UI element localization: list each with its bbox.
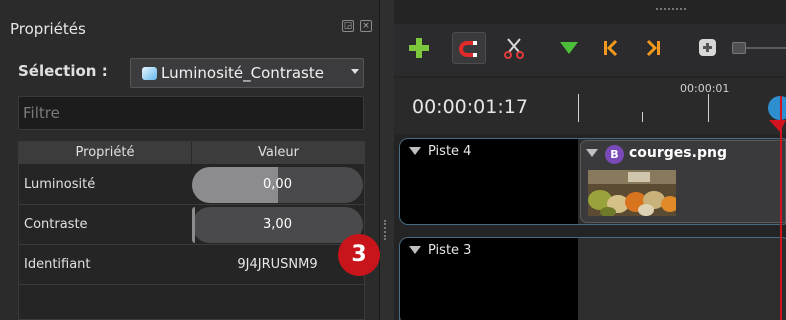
ruler-time-label: 00:00:01 [680,82,730,95]
property-value: 3,00 [263,217,292,232]
time-ruler[interactable]: 00:00:01:17 00:00:01 [394,78,786,134]
properties-panel: Propriétés ◲ × Sélection : Luminosité_Co… [0,0,380,320]
column-header-value[interactable]: Valeur [192,142,366,164]
add-marker-button[interactable] [557,36,581,60]
step-number-badge: 3 [338,234,380,276]
zoom-slider-handle[interactable] [732,42,746,54]
properties-table: Propriété Valeur Luminosité 0,00 Contras… [18,141,366,320]
clip-thumbnail [588,170,676,216]
zoom-icon [699,39,716,56]
splitter-grip-icon [384,220,390,240]
chevron-down-icon[interactable] [409,246,421,254]
chevron-down-icon [351,69,359,74]
selection-label: Sélection : [18,62,108,80]
next-marker-button[interactable] [641,36,665,60]
add-track-button[interactable] [407,36,431,60]
track-header[interactable]: Piste 3 [400,238,578,320]
value-slider[interactable]: 3,00 [192,207,363,243]
track-header[interactable]: Piste 4 [400,139,578,224]
table-row[interactable]: Identifiant 9J4JRUSNM9 [19,245,366,285]
playhead-line[interactable] [780,96,782,320]
jump-end-icon [646,39,660,57]
panel-title: Propriétés [10,20,86,38]
timeline-panel: 00:00:01:17 00:00:01 Piste 4 Piste 3 B c… [394,0,786,320]
timeline-toolbar [394,24,786,76]
table-row[interactable]: Luminosité 0,00 [19,165,366,205]
slider-track: 0,00 [192,167,363,203]
ruler-tick [708,94,709,122]
add-icon [409,38,429,58]
filter-input[interactable] [18,96,364,130]
clip-name: courges.png [629,145,727,161]
track-piste-3[interactable]: Piste 3 [399,237,786,320]
table-row[interactable]: Contraste 3,00 [19,205,366,245]
panel-splitter[interactable] [380,0,394,320]
value-slider[interactable]: 0,00 [192,167,363,203]
pumpkins-image [588,170,676,216]
ruler-tick [578,94,579,122]
previous-marker-button[interactable] [599,36,623,60]
track-name: Piste 4 [428,144,472,159]
property-name: Contraste [24,217,88,232]
selection-dropdown[interactable]: Luminosité_Contraste [130,58,364,88]
marker-icon [560,42,578,54]
effect-icon [142,67,157,80]
property-name: Luminosité [24,177,96,192]
timeline-clip[interactable]: B courges.png [580,140,786,223]
razor-tool-button[interactable] [502,36,526,60]
chevron-down-icon[interactable] [409,147,421,155]
slider-track: 3,00 [192,207,363,243]
current-timecode: 00:00:01:17 [412,96,528,118]
property-value: 9J4JRUSNM9 [237,257,318,272]
clip-badge: B [605,145,624,164]
razor-icon [504,38,524,59]
property-name: Identifiant [24,257,91,272]
zoom-in-button[interactable] [696,36,720,60]
ruler-tick [642,112,643,122]
playhead-handle-icon[interactable] [764,92,786,134]
magnet-icon [459,41,477,57]
snapping-toggle[interactable] [452,32,486,64]
track-name: Piste 3 [428,243,472,258]
chevron-down-icon[interactable] [586,149,598,157]
zoom-slider-track[interactable] [746,47,786,49]
dock-grip-icon[interactable] [656,8,686,11]
float-panel-icon[interactable]: ◲ [342,20,354,32]
jump-start-icon [604,39,618,57]
close-panel-icon[interactable]: × [360,20,372,32]
selection-value: Luminosité_Contraste [161,64,324,82]
property-value: 0,00 [263,177,292,192]
column-header-property[interactable]: Propriété [19,142,192,164]
